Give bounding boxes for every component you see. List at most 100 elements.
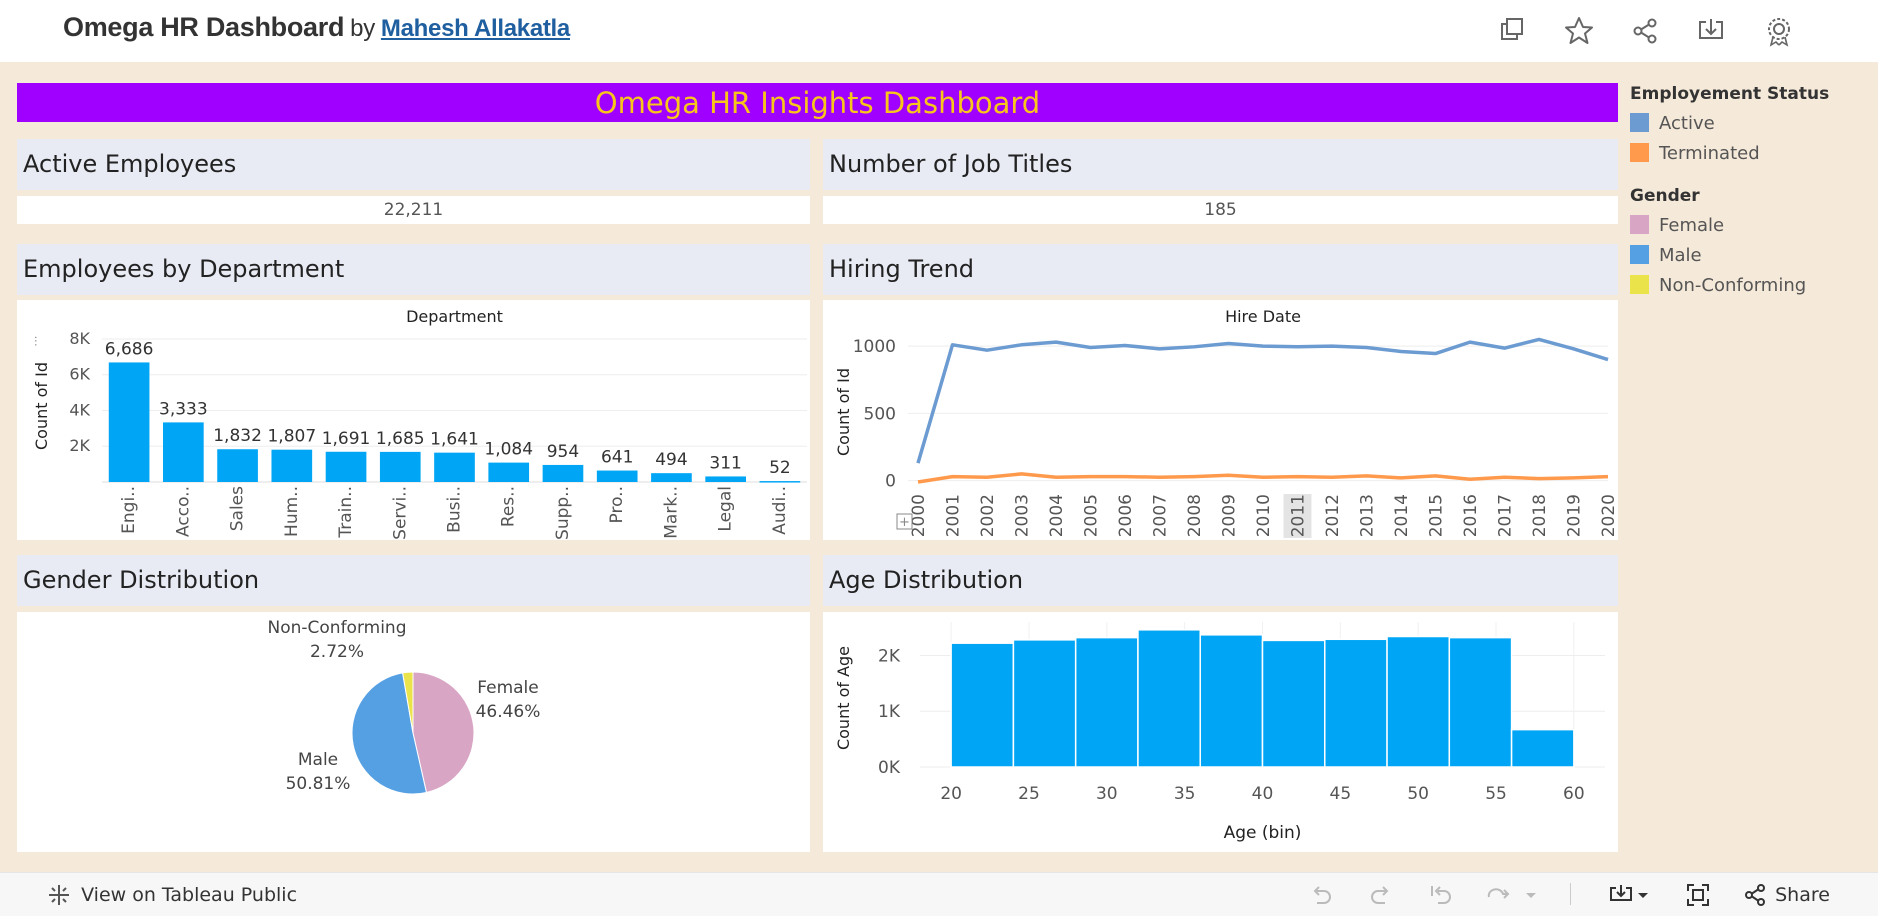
bar[interactable]	[108, 362, 150, 482]
view-on-tableau-button[interactable]: View on Tableau Public	[46, 882, 297, 908]
bar[interactable]	[217, 449, 258, 482]
x-tick-label: 50	[1407, 784, 1429, 804]
y-tick-label: 6K	[69, 365, 90, 384]
star-icon[interactable]	[1562, 14, 1596, 48]
refresh-dropdown-icon[interactable]	[1523, 882, 1539, 908]
histogram-bar[interactable]	[1012, 639, 1077, 768]
x-tick-label: 2014	[1392, 494, 1412, 537]
x-tick-label: Res..	[499, 486, 519, 527]
histogram-bar[interactable]	[1448, 636, 1513, 768]
slice-name-label: Non-Conforming	[268, 618, 407, 638]
gender-pie-chart[interactable]: Female 46.46% Male 50.81% Non-Conforming 2.72…	[17, 612, 810, 852]
share-button[interactable]: Share	[1742, 882, 1830, 908]
legend-item-male[interactable]: Male	[1630, 241, 1870, 271]
histogram-bar[interactable]	[1261, 639, 1326, 768]
y-tick-label: 0	[885, 472, 896, 492]
bar[interactable]	[325, 451, 367, 482]
histogram-bar[interactable]	[1386, 635, 1451, 768]
y-axis-label: Count of Id	[32, 362, 51, 450]
department-panel-header: Employees by Department	[17, 244, 810, 295]
legend-label: Female	[1659, 215, 1725, 236]
x-tick-label: 2012	[1323, 494, 1343, 537]
gender-legend-title: Gender	[1630, 186, 1700, 206]
x-tick-label: 2008	[1185, 494, 1205, 537]
legend-item-non-conforming[interactable]: Non-Conforming	[1630, 271, 1870, 301]
data-label: 311	[709, 453, 741, 473]
slice-percent-label: 50.81%	[286, 774, 351, 794]
redo-icon[interactable]	[1368, 882, 1394, 908]
x-tick-label: 35	[1174, 784, 1196, 804]
legend-item-active[interactable]: Active	[1630, 109, 1870, 139]
histogram-bar[interactable]	[1510, 728, 1575, 768]
y-tick-label: 4K	[69, 400, 90, 419]
x-tick-label: 2013	[1358, 494, 1378, 537]
bar[interactable]	[759, 481, 801, 483]
x-axis-label: Age (bin)	[1224, 823, 1302, 843]
chart-title: Department	[406, 307, 503, 326]
badge-icon[interactable]	[1762, 14, 1796, 48]
bar[interactable]	[705, 476, 746, 482]
hiring-line-chart[interactable]: Hire DateCount of Id050010002000 2001 2002…	[823, 300, 1619, 540]
bar[interactable]	[596, 470, 638, 482]
expand-icon[interactable]: +	[896, 513, 913, 530]
slice-name-label: Male	[298, 750, 338, 770]
download-menu-button[interactable]	[1608, 882, 1654, 908]
x-tick-label: Acco..	[173, 486, 193, 537]
age-panel-header: Age Distribution	[823, 555, 1618, 606]
slice-name-label: Female	[477, 678, 538, 698]
duplicate-icon[interactable]	[1495, 14, 1529, 48]
x-tick-label: Busi..	[445, 486, 465, 533]
histogram-bar[interactable]	[950, 642, 1015, 768]
active-employees-value[interactable]: 22,211	[17, 196, 810, 224]
histogram-bar[interactable]	[1074, 636, 1139, 768]
revert-icon[interactable]	[1428, 882, 1454, 908]
data-label: 1,641	[430, 430, 479, 450]
job-titles-value[interactable]: 185	[823, 196, 1618, 224]
department-bar-chart[interactable]: Department Count of Id ⫶ 2K 4K 6K 8K 6,686 Engi.…	[17, 300, 810, 540]
legend-label: Terminated	[1659, 143, 1760, 164]
x-tick-label: 2017	[1496, 494, 1516, 537]
bar[interactable]	[163, 422, 204, 482]
expand-plus: +	[899, 515, 910, 530]
legend-label: Male	[1659, 245, 1702, 266]
x-tick-label: 2010	[1254, 494, 1274, 537]
data-label: 1,685	[376, 429, 425, 449]
x-tick-label: 2007	[1151, 494, 1171, 537]
active-employees-header: Active Employees	[17, 139, 810, 190]
bar[interactable]	[542, 464, 584, 482]
age-histogram-chart[interactable]: Count of Age 0K 1K 2K 20 25 30 35 40 45 50 55 60 Age …	[823, 612, 1618, 852]
histogram-bar[interactable]	[1199, 634, 1264, 768]
fullscreen-icon[interactable]	[1685, 882, 1711, 908]
bar[interactable]	[271, 449, 313, 482]
x-tick-label: 2015	[1427, 494, 1447, 537]
legend-panel: Employement Status Active Terminated Gen…	[1630, 84, 1870, 301]
undo-icon[interactable]	[1308, 882, 1334, 908]
x-tick-label: 55	[1485, 784, 1507, 804]
x-tick-label: 2006	[1116, 494, 1136, 537]
bar[interactable]	[379, 451, 421, 482]
bar[interactable]	[434, 452, 475, 482]
bar[interactable]	[651, 473, 692, 482]
legend-item-female[interactable]: Female	[1630, 211, 1870, 241]
x-tick-label: 30	[1096, 784, 1118, 804]
histogram-bar[interactable]	[1137, 629, 1201, 768]
slice-percent-label: 46.46%	[476, 702, 541, 722]
author-link[interactable]: Mahesh Allakatla	[381, 15, 570, 42]
data-label: 1,832	[213, 426, 262, 446]
refresh-icon[interactable]	[1485, 882, 1511, 908]
data-label: 494	[655, 450, 687, 470]
download-icon[interactable]	[1694, 14, 1728, 48]
hiring-panel-header: Hiring Trend	[823, 244, 1618, 295]
y-tick-label: 2K	[878, 646, 901, 666]
bar[interactable]	[488, 462, 530, 482]
y-tick-label: 500	[864, 404, 896, 424]
footer-divider	[1570, 883, 1571, 905]
sort-icon[interactable]: ⫶	[34, 335, 37, 350]
y-tick-label: 0K	[878, 758, 901, 778]
share-label: Share	[1775, 884, 1830, 906]
legend-item-terminated[interactable]: Terminated	[1630, 139, 1870, 169]
series-line-active[interactable]	[916, 337, 1609, 464]
x-tick-label: Mark..	[661, 486, 681, 539]
histogram-bar[interactable]	[1324, 638, 1388, 768]
share-icon[interactable]	[1628, 14, 1662, 48]
